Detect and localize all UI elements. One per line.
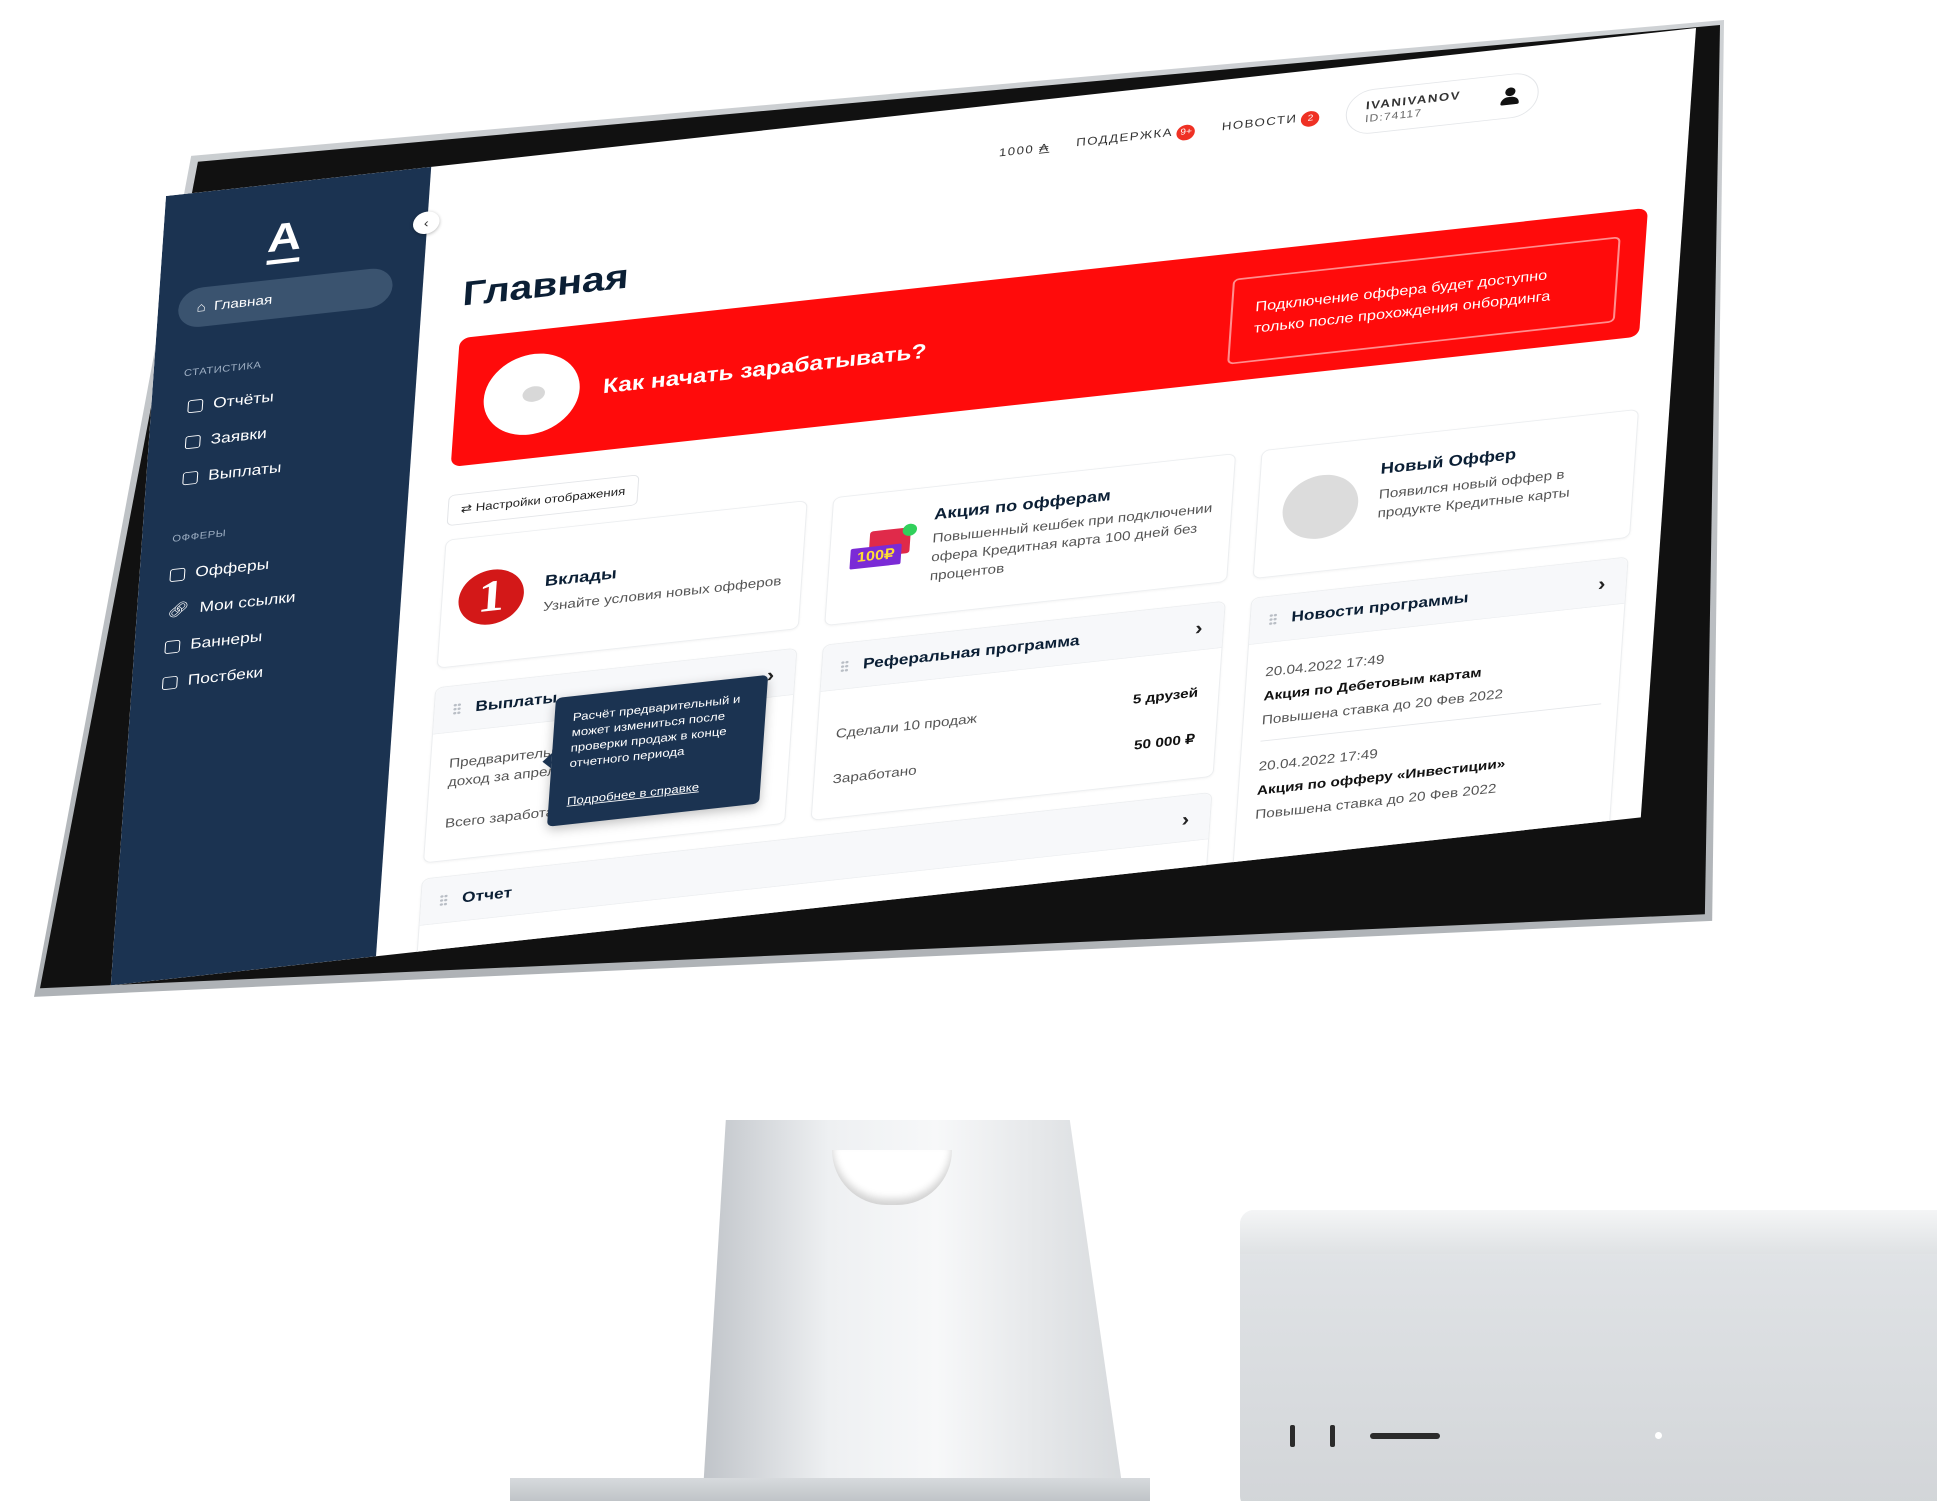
chevron-right-icon[interactable]: › [1181,808,1190,831]
sidebar-item-postbacks[interactable]: Постбеки [161,663,264,692]
home-icon: ⌂ [196,299,207,315]
device-scene: A ⌂ Главная СТАТИСТИКА Отчёты Заявки Вып… [0,0,1937,1501]
support-label: ПОДДЕРЖКА [1075,124,1174,149]
bank-logo: 1 [456,566,526,629]
drag-handle-icon[interactable] [840,659,850,673]
chart-icon [187,398,204,413]
widget-title: Новости программы [1290,588,1470,625]
news-widget: Новости программы › 20.04.2022 17:49 Акц… [1232,556,1629,873]
income-tooltip: Расчёт предварительный и может изменитьс… [547,674,769,827]
support-badge: 9+ [1176,123,1196,141]
user-menu[interactable]: IVANIVANOV ID:74117 [1344,70,1541,137]
usb-port [1290,1425,1295,1447]
stand-base [510,1478,1150,1501]
alfa-logo[interactable]: A [262,211,306,267]
widget-title: Реферальная программа [862,631,1081,672]
sidebar-section-title: ОФФЕРЫ [172,528,227,545]
document-icon [161,675,179,690]
sliders-icon: ⇄ [460,500,477,516]
offer-image-placeholder [1280,470,1361,543]
news-link[interactable]: НОВОСТИ 2 [1221,109,1321,136]
tooltip-text: Расчёт предварительный и может изменитьс… [569,692,741,770]
link-icon: 🔗︎ [166,600,190,620]
sidebar-item-banners[interactable]: Баннеры [164,628,263,656]
drag-handle-icon[interactable] [439,893,449,907]
display-settings-button[interactable]: ⇄ Настройки отображения [446,474,640,527]
promo-image: 100₽ [849,523,918,570]
promo-tag: 100₽ [849,543,902,570]
row-value: 5 друзей [1132,685,1199,708]
sidebar-section-title: СТАТИСТИКА [183,360,262,379]
sidebar-item-reports[interactable]: Отчёты [187,388,274,415]
row-label: Сделали 10 продаж [835,711,978,742]
balance: 1000 ₳ [999,140,1051,158]
user-icon [1501,86,1521,105]
page-title: Главная [461,257,631,314]
row-value: 50 000 ₽ [1133,731,1196,754]
desktop-computer [1240,1210,1937,1501]
sidebar-item-label: Выплаты [207,459,282,484]
promo-card-new-offer[interactable]: Новый Оффер Появился новый оффер в проду… [1252,408,1639,580]
sidebar-item-label: Баннеры [189,628,263,653]
news-date: 20.04.2022 17:49 [1264,652,1385,680]
news-date: 20.04.2022 17:49 [1258,746,1379,775]
chevron-right-icon[interactable]: › [1194,617,1203,640]
chevron-right-icon[interactable]: › [1597,573,1606,596]
sidebar-item-links[interactable]: 🔗︎ Мои ссылки [167,589,296,620]
wallet-icon [182,470,199,485]
list-icon [184,434,201,449]
news-badge: 2 [1300,109,1321,128]
promo-card-offers[interactable]: 100₽ Акция по офферам Повышенный кешбек … [824,453,1237,627]
desktop-top [1240,1210,1937,1254]
sidebar-item-label: Офферы [194,555,270,581]
chevron-left-icon: ‹ [423,215,430,230]
sidebar-item-offers[interactable]: Офферы [169,555,270,584]
promo-dot [902,523,918,537]
image-icon [164,639,181,654]
sidebar-item-label: Отчёты [212,388,275,412]
banner-title: Как начать зарабатывать? [602,339,928,399]
balance-unit: ₳ [1038,140,1051,155]
sidebar-item-payouts[interactable]: Выплаты [182,459,282,487]
help-link[interactable]: Подробнее в справке [566,779,700,809]
promo-card-deposits[interactable]: 1 Вклады Узнайте условия новых офферов [436,500,808,669]
card-slot [1370,1433,1440,1439]
sidebar-item-label: Заявки [210,424,268,448]
sidebar-item-home[interactable]: ⌂ Главная [176,266,394,330]
promo-title: Вклады [544,564,618,590]
banner-note: Подключение оффера будет доступно только… [1227,236,1621,365]
widget-title: Отчет [461,883,513,906]
widget-title: Выплаты [474,688,558,715]
usb-port [1330,1425,1335,1447]
sidebar-item-requests[interactable]: Заявки [184,424,268,451]
power-led [1655,1432,1662,1439]
card-icon [169,567,186,582]
row-label: Заработано [832,763,918,787]
piggy-bank-icon [480,348,583,440]
balance-value: 1000 [998,141,1035,159]
display-settings-label: Настройки отображения [475,484,626,514]
sidebar: A ⌂ Главная СТАТИСТИКА Отчёты Заявки Вып… [110,166,432,986]
support-link[interactable]: ПОДДЕРЖКА 9+ [1076,123,1196,152]
drag-handle-icon[interactable] [1268,612,1278,626]
news-label: НОВОСТИ [1221,111,1298,133]
sidebar-item-label: Мои ссылки [199,588,297,616]
sidebar-item-label: Постбеки [187,663,264,689]
drag-handle-icon[interactable] [452,702,462,715]
sidebar-item-label: Главная [213,291,273,313]
referral-widget: Реферальная программа › Сделали 10 прода… [810,600,1226,821]
